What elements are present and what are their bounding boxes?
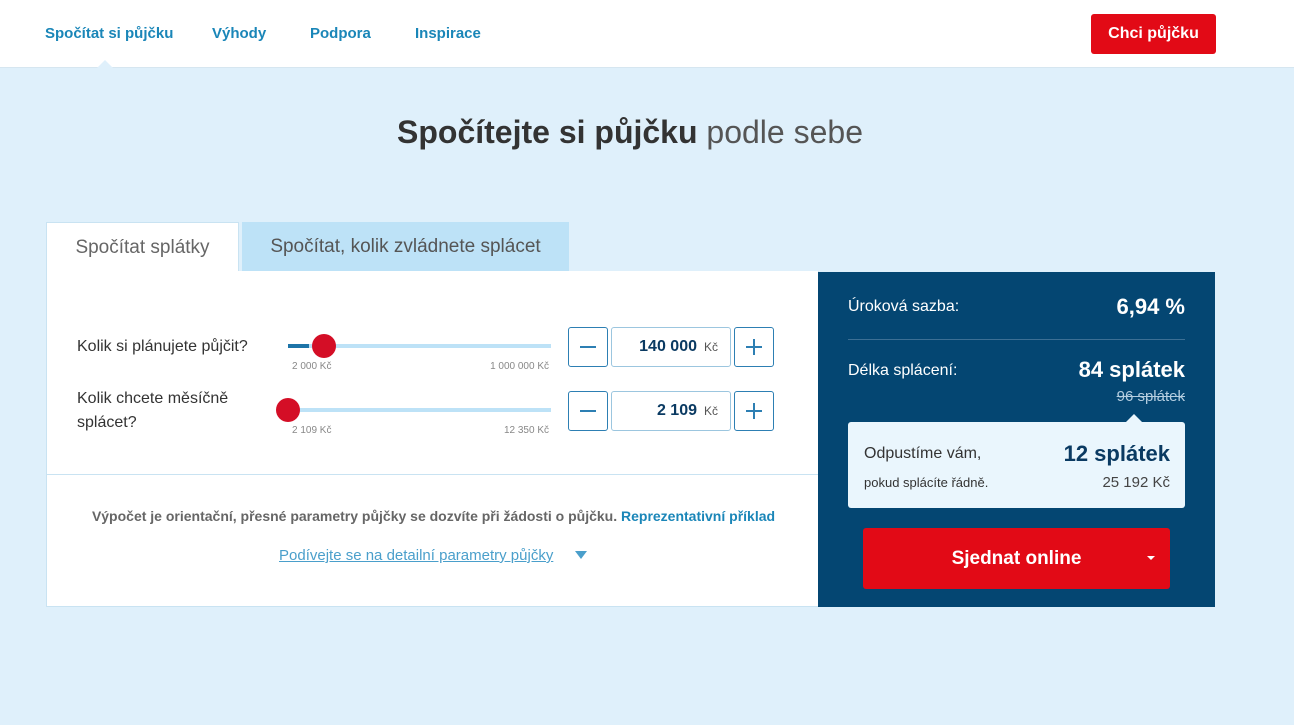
top-navigation: Spočítat si půjčku Výhody Podpora Inspir… — [0, 0, 1294, 68]
page-title-strong: Spočítejte si půjčku — [397, 114, 698, 150]
disclaimer-note: Výpočet je orientační, přesné parametry … — [47, 508, 820, 524]
nav-link-vyhody[interactable]: Výhody — [212, 25, 266, 42]
monthly-payment-min: 2 109 Kč — [292, 425, 332, 436]
minus-icon — [580, 346, 596, 348]
nav-link-spocitat[interactable]: Spočítat si půjčku — [45, 25, 173, 42]
apply-online-button[interactable]: Sjednat online — [863, 528, 1170, 589]
page-title: Spočítejte si půjčku podle sebe — [0, 114, 1260, 151]
monthly-payment-label-line2: splácet? — [77, 414, 137, 431]
dropdown-caret-icon[interactable] — [1147, 556, 1155, 560]
monthly-payment-max: 12 350 Kč — [503, 425, 549, 436]
forgiveness-title: Odpustíme vám, — [864, 445, 982, 462]
loan-amount-slider-handle[interactable] — [312, 334, 337, 358]
forgiven-installments: 12 splátek — [1063, 441, 1170, 466]
repayment-term-value: 84 splátek — [1078, 357, 1185, 382]
calculator-panel: Kolik si plánujete půjčit? 2 000 Kč 1 00… — [46, 271, 820, 607]
monthly-payment-slider-handle[interactable] — [276, 398, 300, 422]
divider — [47, 474, 820, 475]
loan-amount-slider-fill — [288, 344, 310, 348]
repayment-term-label: Délka splácení: — [848, 362, 958, 379]
plus-icon — [746, 339, 762, 355]
interest-rate-value: 6,94 % — [1116, 294, 1186, 319]
forgiveness-box-pointer — [1126, 414, 1142, 422]
monthly-payment-value: 2 109 — [656, 402, 697, 419]
page-title-light: podle sebe — [706, 114, 863, 150]
minus-icon — [580, 410, 596, 412]
get-loan-button[interactable]: Chci půjčku — [1091, 14, 1216, 54]
loan-amount-decrease-button[interactable] — [568, 327, 608, 367]
nav-link-inspirace[interactable]: Inspirace — [415, 25, 481, 42]
loan-amount-unit: Kč — [703, 340, 718, 354]
summary-panel: Úroková sazba: 6,94 % Délka splácení: 84… — [818, 272, 1215, 607]
monthly-payment-increase-button[interactable] — [734, 391, 774, 431]
loan-amount-max: 1 000 000 Kč — [490, 361, 549, 372]
forgiven-amount: 25 192 Kč — [1102, 474, 1170, 491]
apply-online-label: Sjednat online — [951, 548, 1082, 569]
monthly-payment-label: Kolik chcete měsíčně splácet? — [77, 387, 228, 435]
monthly-payment-decrease-button[interactable] — [568, 391, 608, 431]
forgiveness-condition: pokud splácíte řádně. — [864, 475, 989, 490]
plus-icon — [746, 403, 762, 419]
representative-example-link[interactable]: Reprezentativní příklad — [621, 508, 775, 524]
tab-calculate-affordability[interactable]: Spočítat, kolik zvládnete splácet — [242, 222, 569, 272]
forgiveness-box: Odpustíme vám, pokud splácíte řádně. 12 … — [848, 414, 1185, 508]
monthly-payment-slider[interactable] — [276, 398, 551, 422]
monthly-payment-input[interactable]: 2 109 Kč — [611, 391, 731, 431]
nav-link-podpora[interactable]: Podpora — [310, 25, 371, 42]
loan-amount-slider[interactable] — [288, 334, 551, 358]
active-nav-indicator — [96, 60, 114, 69]
loan-amount-input[interactable]: 140 000 Kč — [611, 327, 731, 367]
loan-amount-increase-button[interactable] — [734, 327, 774, 367]
summary-divider — [848, 339, 1185, 340]
disclaimer-text: Výpočet je orientační, přesné parametry … — [91, 508, 618, 524]
loan-amount-value: 140 000 — [639, 338, 697, 355]
repayment-term-original: 96 splátek — [1116, 388, 1185, 405]
monthly-payment-label-line1: Kolik chcete měsíčně — [77, 390, 229, 407]
loan-amount-min: 2 000 Kč — [292, 361, 332, 372]
caret-down-icon[interactable] — [575, 551, 587, 559]
loan-details-link[interactable]: Podívejte se na detailní parametry půjčk… — [279, 547, 553, 564]
tab-calculate-payments[interactable]: Spočítat splátky — [46, 222, 239, 272]
interest-rate-label: Úroková sazba: — [848, 298, 960, 315]
loan-amount-label: Kolik si plánujete půjčit? — [77, 338, 248, 355]
monthly-payment-unit: Kč — [703, 404, 718, 418]
